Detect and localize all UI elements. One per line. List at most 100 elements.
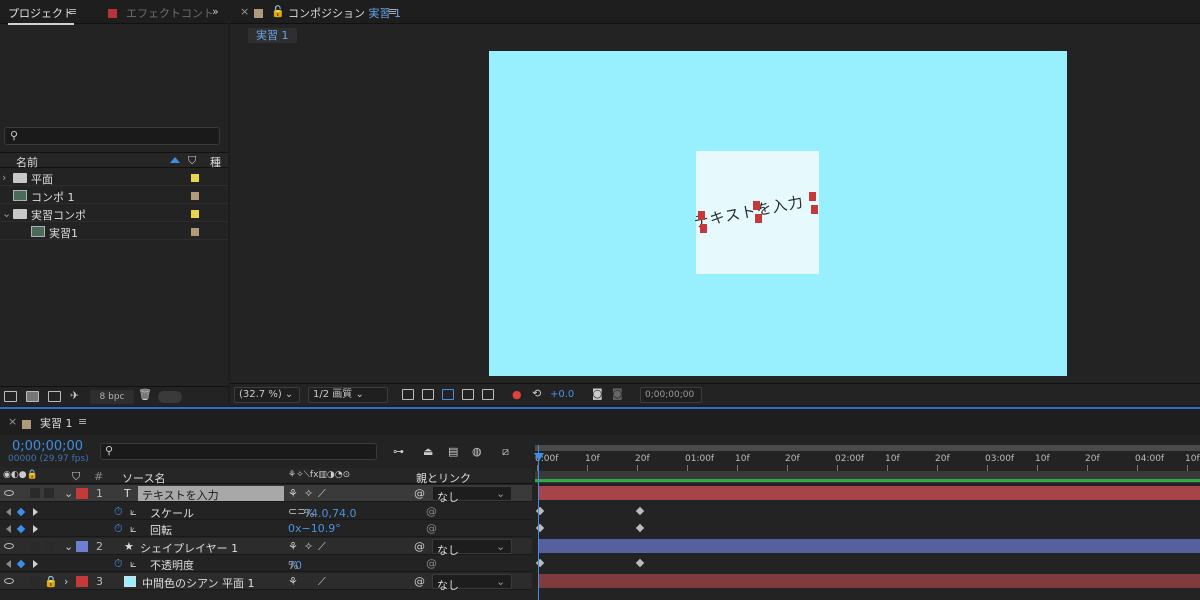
layer-name[interactable]: シェイプレイヤー 1 bbox=[140, 540, 238, 556]
toggle-switch[interactable] bbox=[158, 391, 182, 403]
pickwhip-icon[interactable]: @ bbox=[414, 575, 425, 588]
playhead-handle[interactable] bbox=[534, 453, 544, 461]
label-color-chip[interactable] bbox=[191, 192, 199, 200]
add-keyframe-icon[interactable] bbox=[16, 559, 26, 569]
next-keyframe-icon[interactable] bbox=[33, 525, 38, 533]
text-handle[interactable] bbox=[698, 211, 705, 220]
comp-breadcrumb[interactable]: 実習 1 bbox=[248, 27, 297, 43]
label-color-chip[interactable] bbox=[191, 174, 199, 182]
keyframe[interactable] bbox=[635, 558, 645, 568]
close-tab-icon[interactable]: × bbox=[240, 5, 249, 18]
collapse-arrow-icon[interactable]: ⌄ bbox=[64, 540, 73, 553]
collapse-arrow-icon[interactable]: ⌄ bbox=[2, 207, 11, 220]
expand-arrow-icon[interactable]: › bbox=[2, 171, 6, 184]
tab-timeline[interactable]: 実習 1 bbox=[40, 415, 73, 431]
mask-path-icon[interactable] bbox=[442, 389, 454, 400]
layer-duration-bar[interactable] bbox=[538, 574, 1200, 588]
marker-track[interactable] bbox=[535, 471, 1200, 483]
frame-blending-icon[interactable]: ▤ bbox=[448, 445, 458, 458]
viewer-timecode[interactable]: 0;00;00;00 bbox=[640, 387, 702, 403]
show-snapshot-icon[interactable]: ◙ bbox=[612, 387, 623, 400]
viewer-canvas-area[interactable]: テキストを入力 bbox=[230, 45, 1200, 383]
label-color-chip[interactable] bbox=[191, 228, 199, 236]
new-folder-icon[interactable] bbox=[26, 391, 39, 402]
expand-arrow-icon[interactable]: › bbox=[64, 575, 68, 588]
property-row-opacity[interactable]: ⏱ ⟀ 不透明度 70% @ bbox=[0, 555, 532, 572]
lock-icon[interactable]: 🔓 bbox=[271, 5, 285, 18]
stopwatch-icon[interactable]: ⏱ bbox=[114, 505, 123, 519]
label-tag-icon[interactable]: ⛉ bbox=[188, 154, 196, 168]
color-channels-icon[interactable]: ● bbox=[512, 388, 522, 401]
keyframe[interactable] bbox=[635, 523, 645, 533]
expression-icon[interactable]: @ bbox=[426, 557, 437, 570]
lock-icon[interactable]: 🔒 bbox=[44, 575, 58, 588]
motion-blur-icon[interactable]: ◍ bbox=[472, 445, 482, 458]
guides-icon[interactable] bbox=[482, 389, 494, 400]
text-anchor-handle[interactable] bbox=[753, 201, 760, 210]
project-item-comp[interactable]: 実習1 bbox=[0, 223, 228, 240]
label-color-chip[interactable] bbox=[76, 576, 88, 587]
panel-menu-icon[interactable]: ≡ bbox=[68, 5, 77, 18]
comp-flowchart-icon[interactable]: ⊶ bbox=[393, 445, 404, 458]
zoom-dropdown[interactable]: (32.7 %) ⌄ bbox=[234, 387, 300, 403]
column-name-label[interactable]: 名前 bbox=[16, 154, 38, 170]
more-tabs-icon[interactable]: » bbox=[212, 5, 219, 18]
property-track-rotation[interactable] bbox=[535, 520, 1200, 537]
project-item-comp[interactable]: コンポ 1 bbox=[0, 187, 228, 204]
interpret-footage-icon[interactable] bbox=[4, 391, 17, 402]
layer-name[interactable]: テキストを入力 bbox=[138, 486, 284, 502]
column-type-label[interactable]: 種 bbox=[210, 154, 221, 170]
tab-project[interactable]: プロジェクト bbox=[8, 5, 74, 25]
property-track-opacity[interactable] bbox=[535, 555, 1200, 572]
sort-asc-icon[interactable] bbox=[170, 157, 180, 163]
stopwatch-icon[interactable]: ⏱ bbox=[114, 557, 123, 571]
collapse-arrow-icon[interactable]: ⌄ bbox=[64, 487, 73, 500]
quality-switch-icon[interactable]: ⟋ bbox=[318, 487, 326, 501]
parent-link-header[interactable]: 親とリンク bbox=[416, 470, 471, 486]
graph-editor-icon[interactable]: ⧄ bbox=[502, 445, 509, 459]
shy-layers-icon[interactable]: ⏏ bbox=[423, 445, 433, 458]
text-handle[interactable] bbox=[700, 224, 707, 233]
lock-toggle[interactable] bbox=[44, 541, 54, 551]
add-keyframe-icon[interactable] bbox=[16, 507, 26, 517]
continuous-rasterize-icon[interactable]: ✧ bbox=[304, 487, 313, 500]
playhead[interactable] bbox=[538, 445, 539, 600]
next-keyframe-icon[interactable] bbox=[33, 560, 38, 568]
tab-effects[interactable]: エフェクトコント bbox=[126, 5, 214, 21]
label-tag-icon[interactable]: ⛉ bbox=[72, 470, 80, 484]
expression-icon[interactable]: @ bbox=[426, 505, 437, 518]
prev-keyframe-icon[interactable] bbox=[6, 525, 11, 533]
property-track-scale[interactable] bbox=[535, 503, 1200, 520]
solo-toggle[interactable] bbox=[30, 541, 40, 551]
resolution-dropdown[interactable]: 1/2 画質 ⌄ bbox=[308, 387, 388, 403]
lock-toggle[interactable] bbox=[44, 488, 54, 498]
next-keyframe-icon[interactable] bbox=[33, 508, 38, 516]
current-timecode[interactable]: 0;00;00;00 bbox=[12, 439, 83, 454]
visibility-eye-icon[interactable] bbox=[4, 578, 14, 584]
add-keyframe-icon[interactable] bbox=[16, 524, 26, 534]
stopwatch-icon[interactable]: ⏱ bbox=[114, 522, 123, 536]
visibility-eye-icon[interactable] bbox=[4, 543, 14, 549]
property-row-scale[interactable]: ⏱ ⟀ スケール ⊂⊃ 74.0,74.0% @ bbox=[0, 503, 532, 520]
pickwhip-icon[interactable]: @ bbox=[414, 487, 425, 500]
region-of-interest-icon[interactable] bbox=[462, 389, 474, 400]
solo-toggle[interactable] bbox=[30, 488, 40, 498]
continuous-rasterize-icon[interactable]: ✧ bbox=[304, 540, 313, 553]
source-name-header[interactable]: ソース名 bbox=[122, 470, 165, 486]
prev-keyframe-icon[interactable] bbox=[6, 508, 11, 516]
text-handle[interactable] bbox=[755, 214, 762, 223]
layer-track-3[interactable] bbox=[535, 573, 1200, 590]
render-queue-icon[interactable]: ✈ bbox=[70, 389, 79, 402]
shy-switch-icon[interactable]: ⚘ bbox=[288, 487, 298, 500]
trash-icon[interactable]: 🗑 bbox=[138, 388, 152, 401]
panel-menu-icon[interactable]: ≡ bbox=[78, 415, 87, 428]
text-handle[interactable] bbox=[809, 192, 816, 201]
transparency-grid-icon[interactable] bbox=[422, 389, 434, 400]
quality-switch-icon[interactable]: ⟋ bbox=[318, 575, 326, 589]
panel-menu-icon[interactable]: ≡ bbox=[388, 5, 397, 18]
layer-duration-bar[interactable] bbox=[538, 539, 1200, 553]
layer-name[interactable]: 中間色のシアン 平面 1 bbox=[142, 575, 255, 591]
comp-breadcrumb-label[interactable]: 実習 1 bbox=[248, 28, 297, 43]
project-search-input[interactable]: ⚲ bbox=[4, 127, 220, 145]
snapshot-icon[interactable]: ◙ bbox=[592, 387, 603, 400]
